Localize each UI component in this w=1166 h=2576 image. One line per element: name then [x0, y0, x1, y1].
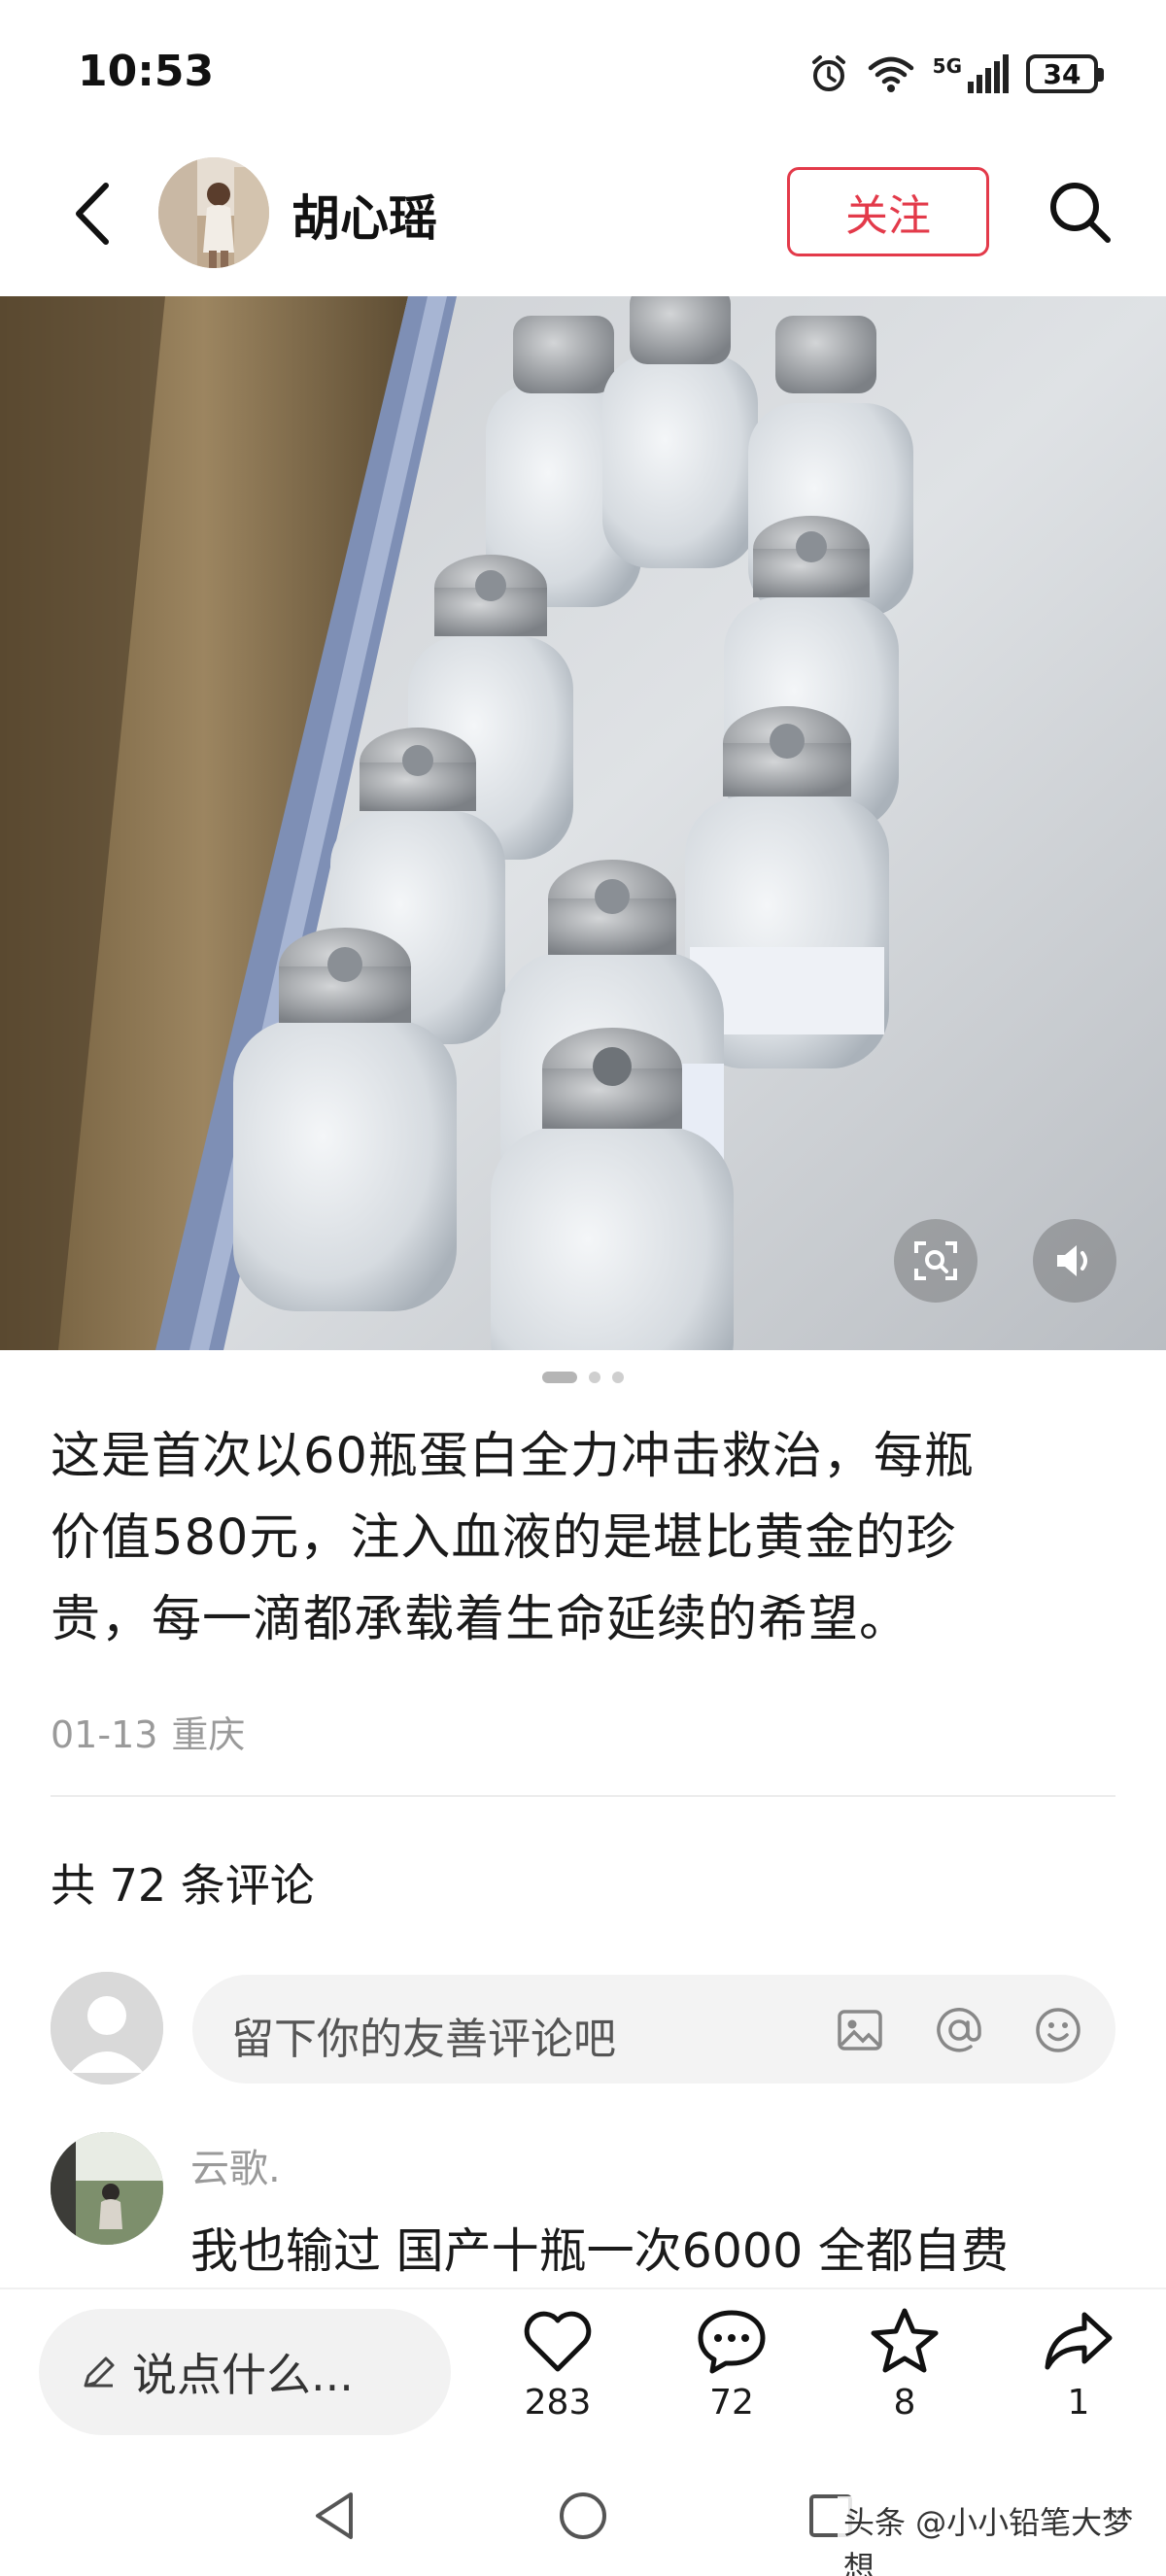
image-search-button[interactable]: [894, 1219, 977, 1303]
my-avatar: [51, 1972, 163, 2085]
search-button[interactable]: [1038, 170, 1121, 254]
comment-count-action: 72: [709, 2383, 754, 2423]
post-text-line: 价值580元，注入血液的是堪比黄金的珍: [51, 1509, 957, 1567]
status-icons: 5G 34: [808, 47, 1104, 101]
commenter-avatar[interactable]: [51, 2132, 163, 2245]
mention-icon[interactable]: [933, 2004, 985, 2056]
battery-icon: 34: [1026, 54, 1104, 93]
nav-home-button[interactable]: [544, 2477, 622, 2555]
status-bar: 10:53 5G 34: [0, 0, 1166, 146]
post-text-line: 这是首次以60瓶蛋白全力冲击救治，每瓶: [51, 1428, 975, 1485]
pagination-dot: [612, 1372, 624, 1383]
comment-input[interactable]: 留下你的友善评论吧: [192, 1975, 1115, 2084]
share-icon: [1045, 2312, 1113, 2370]
circle-home-icon: [560, 2492, 606, 2539]
nav-back-button[interactable]: [296, 2477, 374, 2555]
post-header: 胡心瑶 关注: [0, 146, 1166, 291]
watermark: 头条 @小小铅笔大梦想: [838, 2496, 1166, 2576]
back-button[interactable]: [53, 175, 131, 253]
post-image[interactable]: [0, 296, 1166, 1350]
wifi-icon: [867, 54, 915, 93]
pagination-dot-active: [542, 1372, 577, 1383]
chevron-left-icon: [76, 183, 109, 245]
post-meta: 01-13 重庆: [51, 1705, 245, 1758]
image-pagination: [0, 1372, 1166, 1383]
favorite-button[interactable]: 8: [846, 2307, 963, 2423]
share-button[interactable]: 1: [1020, 2307, 1137, 2423]
share-count: 1: [1067, 2383, 1090, 2423]
comment-count: 共 72 条评论: [51, 1859, 315, 1912]
post-text: 这是首次以60瓶蛋白全力冲击救治，每瓶 价值580元，注入血液的是堪比黄金的珍 …: [51, 1416, 1129, 1661]
author-name[interactable]: 胡心瑶: [292, 180, 437, 250]
search-icon: [1050, 183, 1111, 243]
signal-icon: 5G: [933, 54, 1009, 93]
pencil-icon: [84, 2356, 115, 2388]
default-avatar-icon: [51, 1972, 163, 2085]
like-button[interactable]: 283: [499, 2307, 616, 2423]
triangle-back-icon: [316, 2492, 353, 2539]
say-something-input[interactable]: 说点什么...: [39, 2309, 451, 2435]
heart-icon: [524, 2311, 592, 2372]
author-avatar[interactable]: [158, 157, 269, 268]
comment-icon: [698, 2310, 766, 2374]
pagination-dot: [589, 1372, 600, 1383]
say-something-placeholder: 说点什么...: [132, 2349, 354, 2401]
signal-label: 5G: [932, 54, 962, 78]
divider: [51, 1795, 1115, 1797]
status-time: 10:53: [78, 47, 215, 96]
like-count: 283: [524, 2383, 592, 2423]
star-icon: [871, 2308, 939, 2373]
comment-placeholder: 留下你的友善评论吧: [231, 2015, 616, 2064]
action-bar: 说点什么... 283 72 8 1: [0, 2288, 1166, 2453]
scan-icon: [914, 1241, 957, 1280]
post-text-line: 贵，每一滴都承载着生命延续的希望。: [51, 1591, 910, 1648]
favorite-count: 8: [893, 2383, 916, 2423]
commenter-name[interactable]: 云歌.: [190, 2137, 281, 2193]
sound-toggle-button[interactable]: [1033, 1219, 1116, 1303]
system-nav-bar: 头条 @小小铅笔大梦想: [0, 2457, 1166, 2576]
alarm-icon: [808, 53, 849, 94]
post-date: 01-13: [51, 1713, 158, 1756]
emoji-icon[interactable]: [1032, 2004, 1084, 2056]
image-icon[interactable]: [834, 2004, 886, 2056]
follow-button[interactable]: 关注: [787, 167, 989, 256]
comment-text: 我也输过 国产十瓶一次6000 全都自费: [190, 2223, 1009, 2279]
speaker-icon: [1057, 1245, 1087, 1276]
post-location: 重庆: [171, 1713, 246, 1756]
comment-button[interactable]: 72: [673, 2307, 790, 2423]
